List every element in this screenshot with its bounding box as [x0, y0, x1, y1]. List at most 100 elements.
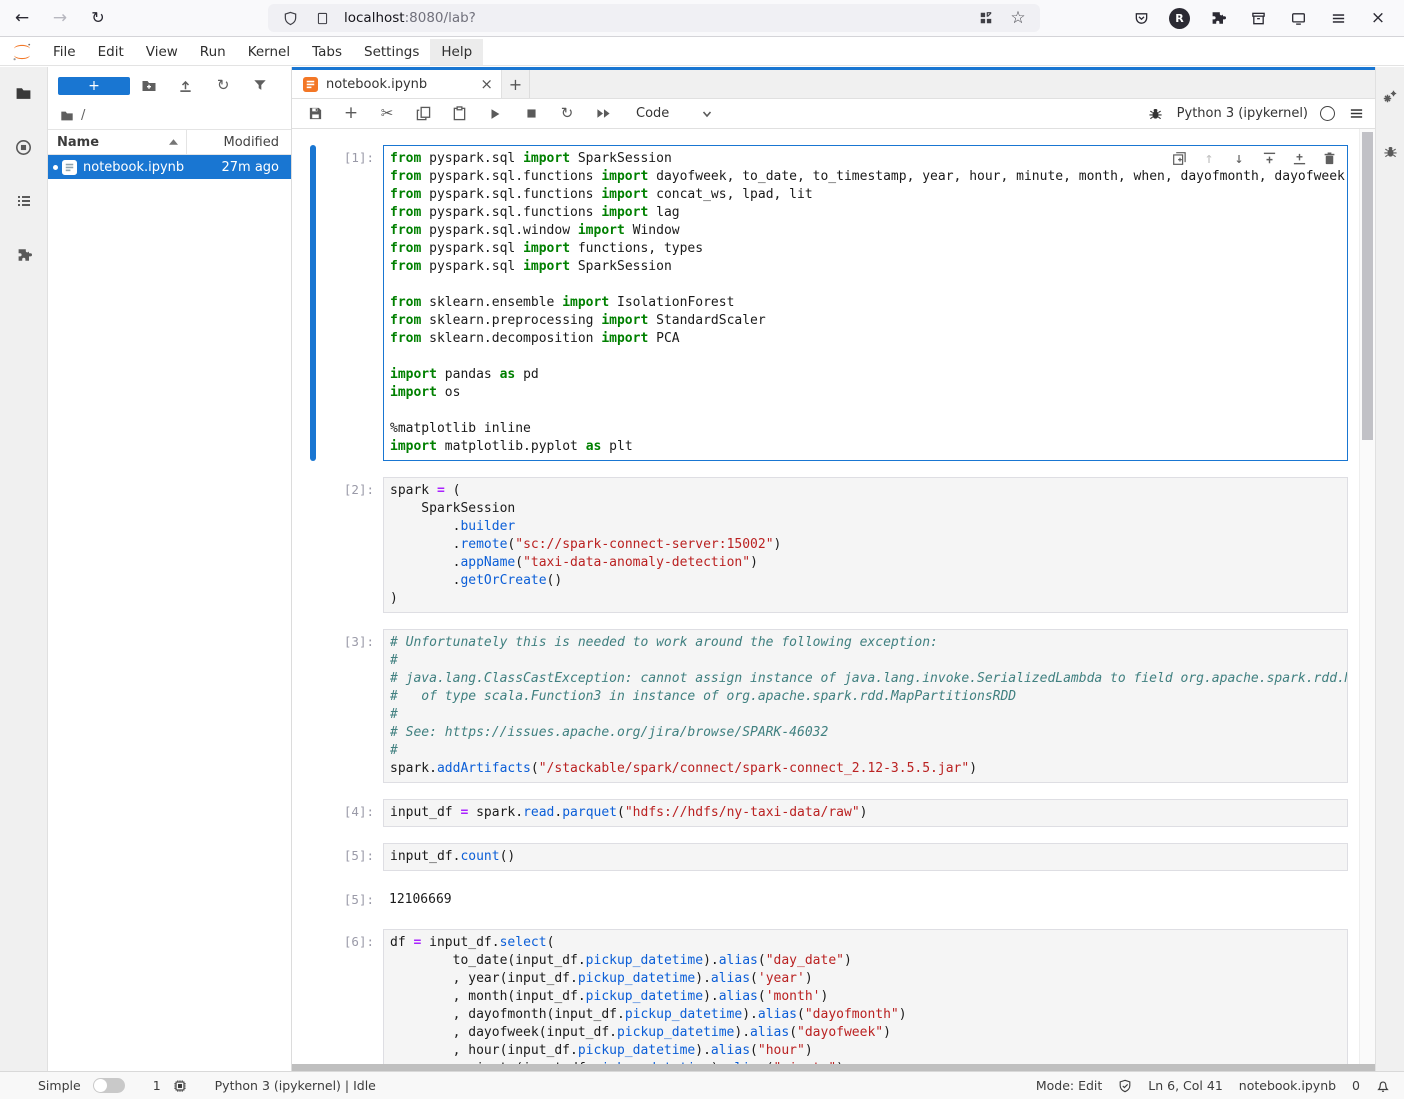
- new-folder-button[interactable]: [130, 78, 167, 94]
- column-header-modified[interactable]: Modified: [186, 130, 291, 154]
- restart-kernel-button[interactable]: ↻: [558, 105, 576, 123]
- statusbar-filename: notebook.ipynb: [1239, 1078, 1336, 1093]
- tab-running-sessions[interactable]: [14, 137, 34, 157]
- kernel-status-text[interactable]: Python 3 (ipykernel) | Idle: [215, 1078, 376, 1093]
- tab-file-browser[interactable]: [14, 83, 34, 103]
- cell-input-prompt: [6]:: [316, 929, 383, 1064]
- cell-input-prompt: [4]:: [316, 799, 383, 827]
- cell-editor[interactable]: from pyspark.sql import SparkSessionfrom…: [383, 145, 1348, 461]
- notebook-scroll-area: [1]:from pyspark.sql import SparkSession…: [292, 129, 1375, 1064]
- menu-file[interactable]: File: [42, 39, 87, 65]
- trusted-shield-icon[interactable]: [1118, 1079, 1132, 1093]
- cell-editor[interactable]: # Unfortunately this is needed to work a…: [383, 629, 1348, 783]
- cell-type-dropdown[interactable]: Code: [636, 106, 713, 121]
- cell-editor[interactable]: input_df.count(): [383, 843, 1348, 871]
- terminals-count[interactable]: 1: [153, 1078, 161, 1093]
- insert-cell-below-button[interactable]: [1291, 150, 1307, 166]
- tab-property-inspector[interactable]: [1380, 87, 1400, 107]
- tracking-protection-shield-icon[interactable]: [278, 6, 302, 30]
- app-menu-icon[interactable]: [1326, 6, 1350, 30]
- new-tab-button[interactable]: +: [502, 70, 530, 98]
- back-button-icon[interactable]: ←: [10, 6, 34, 30]
- cell-toolbar: ↑↓: [1171, 150, 1337, 166]
- refresh-button[interactable]: ↻: [205, 78, 242, 94]
- pocket-icon[interactable]: [1129, 6, 1153, 30]
- column-header-name[interactable]: Name: [48, 135, 186, 150]
- cell-output: 12106669: [383, 887, 1348, 913]
- move-cell-down-button[interactable]: ↓: [1231, 150, 1247, 166]
- browser-nav-icons: ← → ↻: [10, 6, 110, 30]
- debugger-bug-icon[interactable]: [1147, 105, 1165, 123]
- code-cell[interactable]: [6]:df = input_df.select( to_date(input_…: [310, 929, 1360, 1064]
- file-modified: 27m ago: [221, 160, 291, 175]
- upload-button[interactable]: [167, 78, 204, 94]
- horizontal-scrollbar[interactable]: [292, 1064, 1375, 1071]
- filter-button[interactable]: [242, 78, 279, 94]
- tab-close-icon[interactable]: ×: [480, 75, 493, 93]
- code-cell[interactable]: [1]:from pyspark.sql import SparkSession…: [310, 145, 1360, 461]
- insert-cell-below-button[interactable]: +: [342, 105, 360, 123]
- bookmark-star-icon[interactable]: ☆: [1006, 6, 1030, 30]
- extensions-icon[interactable]: [1206, 6, 1230, 30]
- cell-editor[interactable]: df = input_df.select( to_date(input_df.p…: [383, 929, 1348, 1064]
- bell-icon[interactable]: [1376, 1079, 1390, 1093]
- code-cell[interactable]: [4]:input_df = spark.read.parquet("hdfs:…: [310, 799, 1360, 827]
- paste-cells-button[interactable]: [450, 105, 468, 123]
- file-browser: + ↻ / Name Modified notebook.ipynb27m ag…: [48, 67, 292, 1071]
- menu-settings[interactable]: Settings: [353, 39, 430, 65]
- account-avatar[interactable]: R: [1169, 8, 1190, 29]
- archive-icon[interactable]: [1246, 6, 1270, 30]
- duplicate-cell-button[interactable]: [1171, 150, 1187, 166]
- cell-editor[interactable]: spark = ( SparkSession .builder .remote(…: [383, 477, 1348, 613]
- insert-cell-above-button[interactable]: [1261, 150, 1277, 166]
- cell-editor[interactable]: input_df = spark.read.parquet("hdfs://hd…: [383, 799, 1348, 827]
- delete-cell-button[interactable]: [1321, 150, 1337, 166]
- kernel-name[interactable]: Python 3 (ipykernel): [1177, 106, 1308, 121]
- forward-button-icon[interactable]: →: [48, 6, 72, 30]
- restart-run-all-button[interactable]: [594, 105, 612, 123]
- kernel-sessions-chip-icon[interactable]: [173, 1079, 187, 1093]
- code-cell[interactable]: [5]:input_df.count(): [310, 843, 1360, 871]
- notebook-toolbar-icons: + ✂ ↻: [306, 105, 612, 123]
- menu-view[interactable]: View: [135, 39, 189, 65]
- output-area[interactable]: [5]:12106669: [310, 887, 1360, 913]
- browser-toolbar: ← → ↻ localhost:8080/lab? ☆ R ×: [0, 0, 1404, 37]
- interrupt-kernel-button[interactable]: [522, 105, 540, 123]
- save-button[interactable]: [306, 105, 324, 123]
- display-icon[interactable]: [1286, 6, 1310, 30]
- new-launcher-button[interactable]: +: [58, 77, 130, 95]
- notification-count[interactable]: 0: [1352, 1078, 1360, 1093]
- close-icon[interactable]: ×: [1366, 6, 1390, 30]
- code-cell[interactable]: [3]:# Unfortunately this is needed to wo…: [310, 629, 1360, 783]
- url-bar[interactable]: localhost:8080/lab? ☆: [268, 4, 1040, 32]
- tab-debugger[interactable]: [1380, 141, 1400, 161]
- kernel-status-icon[interactable]: [1320, 106, 1335, 121]
- cell-input-prompt: [3]:: [316, 629, 383, 783]
- vertical-scrollbar[interactable]: [1359, 129, 1375, 1064]
- menu-edit[interactable]: Edit: [87, 39, 135, 65]
- code-cell[interactable]: [2]:spark = ( SparkSession .builder .rem…: [310, 477, 1360, 613]
- toolbar-menu-icon[interactable]: [1347, 105, 1365, 123]
- reload-button-icon[interactable]: ↻: [86, 6, 110, 30]
- breadcrumb-root[interactable]: /: [81, 108, 85, 123]
- move-cell-up-button[interactable]: ↑: [1201, 150, 1217, 166]
- mode-indicator[interactable]: Mode: Edit: [1036, 1078, 1102, 1093]
- copy-cells-button[interactable]: [414, 105, 432, 123]
- cut-cells-button[interactable]: ✂: [378, 105, 396, 123]
- vertical-scrollbar-thumb[interactable]: [1362, 132, 1373, 440]
- tab-extensions[interactable]: [14, 245, 34, 265]
- containers-grid-icon[interactable]: [974, 6, 998, 30]
- menu-run[interactable]: Run: [189, 39, 237, 65]
- tab-table-of-contents[interactable]: [14, 191, 34, 211]
- breadcrumb[interactable]: /: [48, 101, 291, 129]
- tab-notebook[interactable]: notebook.ipynb ×: [292, 70, 502, 98]
- menu-kernel[interactable]: Kernel: [237, 39, 301, 65]
- site-info-page-icon[interactable]: [310, 6, 334, 30]
- simple-mode-toggle[interactable]: [93, 1078, 125, 1093]
- run-cell-button[interactable]: [486, 105, 504, 123]
- menu-help[interactable]: Help: [430, 39, 483, 65]
- file-row[interactable]: notebook.ipynb27m ago: [48, 155, 291, 179]
- notebook-file-icon: [303, 77, 318, 92]
- cursor-position[interactable]: Ln 6, Col 41: [1148, 1078, 1223, 1093]
- menu-tabs[interactable]: Tabs: [301, 39, 353, 65]
